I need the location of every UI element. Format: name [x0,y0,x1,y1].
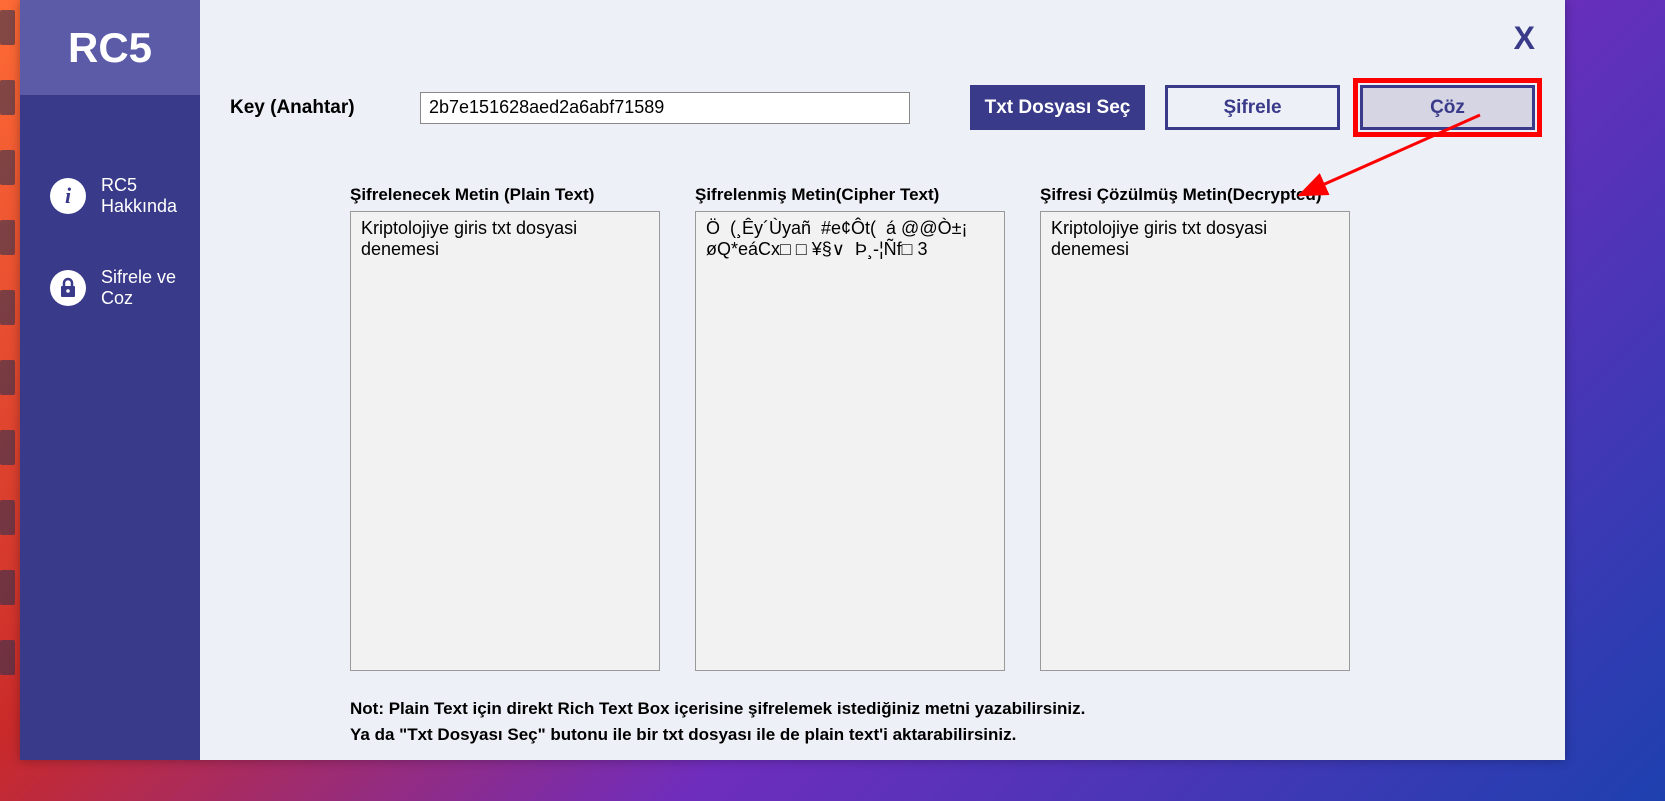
desktop-icon [0,290,15,325]
desktop-icon [0,220,15,255]
desktop-icon [0,500,15,535]
cipher-text-label: Şifrelenmiş Metin(Cipher Text) [695,185,1005,205]
desktop-icon [0,360,15,395]
lock-icon [50,270,86,306]
decrypt-button-label: Çöz [1430,97,1465,119]
plain-text-input[interactable] [350,211,660,671]
app-window: RC5 i RC5 Hakkında Sifrele ve Coz [20,0,1565,760]
main-content: X Key (Anahtar) Txt Dosyası Seç Şifrele … [200,0,1565,760]
desktop-icon [0,80,15,115]
button-row: Txt Dosyası Seç Şifrele Çöz [970,85,1535,130]
note-line-1: Not: Plain Text için direkt Rich Text Bo… [350,696,1535,722]
sidebar-menu: i RC5 Hakkında Sifrele ve Coz [20,95,200,309]
cipher-text-panel: Şifrelenmiş Metin(Cipher Text) [695,185,1005,671]
key-label: Key (Anahtar) [230,97,390,119]
desktop-icon [0,150,15,185]
plain-text-label: Şifrelenecek Metin (Plain Text) [350,185,660,205]
sidebar-item-label: Sifrele ve Coz [101,267,200,309]
sidebar-item-label: RC5 Hakkında [101,175,200,217]
key-input[interactable] [420,92,910,124]
sidebar: RC5 i RC5 Hakkında Sifrele ve Coz [20,0,200,760]
decrypted-text-panel: Şifresi Çözülmüş Metin(Decrypted) [1040,185,1350,671]
close-button[interactable]: X [1514,20,1535,57]
plain-text-panel: Şifrelenecek Metin (Plain Text) [350,185,660,671]
desktop-icon [0,640,15,675]
desktop-icon [0,430,15,465]
note-line-2: Ya da "Txt Dosyası Seç" butonu ile bir t… [350,722,1535,748]
sidebar-item-encrypt-decrypt[interactable]: Sifrele ve Coz [50,267,200,309]
text-panels: Şifrelenecek Metin (Plain Text) Şifrelen… [350,185,1535,671]
sidebar-item-about[interactable]: i RC5 Hakkında [50,175,200,217]
note-text: Not: Plain Text için direkt Rich Text Bo… [350,696,1535,747]
info-icon: i [50,178,86,214]
desktop-icon-strip [0,0,20,801]
select-txt-button[interactable]: Txt Dosyası Seç [970,85,1145,130]
sidebar-header: RC5 [20,0,200,95]
encrypt-button[interactable]: Şifrele [1165,85,1340,130]
key-row: Key (Anahtar) Txt Dosyası Seç Şifrele Çö… [230,85,1535,130]
desktop-icon [0,10,15,45]
cipher-text-output[interactable] [695,211,1005,671]
decrypted-text-output[interactable] [1040,211,1350,671]
app-title: RC5 [68,24,152,72]
decrypted-text-label: Şifresi Çözülmüş Metin(Decrypted) [1040,185,1350,205]
desktop-icon [0,570,15,605]
decrypt-button[interactable]: Çöz [1360,85,1535,130]
